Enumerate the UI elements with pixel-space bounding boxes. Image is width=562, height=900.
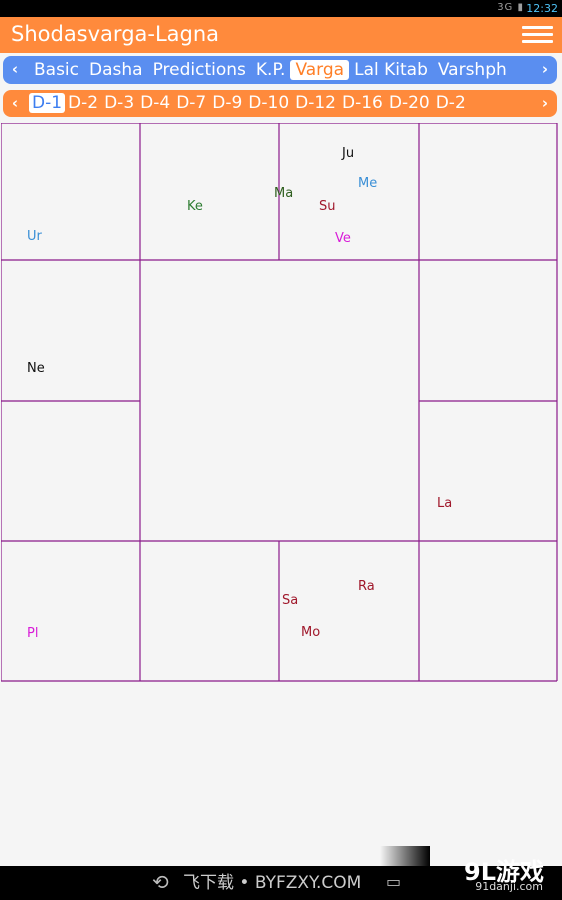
- tab-varga[interactable]: Varga: [290, 60, 350, 80]
- menu-icon[interactable]: [522, 26, 553, 44]
- planet-ve: Ve: [335, 231, 351, 246]
- watermark-text: 飞下载 • BYFZXY.COM: [183, 873, 362, 893]
- varga-tab-d-12[interactable]: D-12: [292, 90, 339, 117]
- signal-battery-icon: 3G ▮: [497, 2, 524, 13]
- status-bar: 3G ▮ 12:32: [0, 0, 562, 17]
- planet-su: Su: [319, 199, 336, 214]
- varga-tab-d-20[interactable]: D-20: [386, 90, 433, 117]
- planet-la: La: [437, 496, 453, 511]
- varga-tab-d-2[interactable]: D-2: [433, 90, 469, 117]
- varga-tab-d-9[interactable]: D-9: [209, 90, 245, 117]
- main-tab-track[interactable]: Basic Dasha Predictions K.P. Varga Lal Kitab V…: [29, 56, 531, 84]
- tab-k-p-[interactable]: K.P.: [251, 56, 291, 84]
- chevron-right-icon[interactable]: ›: [533, 56, 557, 84]
- planet-ke: Ke: [187, 199, 203, 214]
- tab-basic[interactable]: Basic: [29, 56, 84, 84]
- varga-tab-track[interactable]: D-1 D-2 D-3 D-4 D-7 D-9 D-10 D-12 D-16 D-20 D-2: [29, 90, 531, 117]
- planet-ra: Ra: [358, 579, 375, 594]
- varga-tab-d-3[interactable]: D-3: [101, 90, 137, 117]
- planet-me: Me: [358, 176, 378, 191]
- app-bar: Shodasvarga-Lagna: [0, 17, 562, 53]
- planet-pl: Pl: [27, 626, 39, 641]
- signal-label: 3G: [497, 2, 514, 13]
- chevron-left-icon[interactable]: ‹: [3, 90, 27, 117]
- planet-ur: Ur: [27, 229, 42, 244]
- varga-tab-d-2[interactable]: D-2: [65, 90, 101, 117]
- watermark-site: 91danji.com: [475, 880, 543, 893]
- chevron-left-icon[interactable]: ‹: [3, 56, 27, 84]
- varga-tab-strip: ‹ D-1 D-2 D-3 D-4 D-7 D-9 D-10 D-12 D-16 D-20 D-2 …: [3, 90, 557, 117]
- chevron-right-icon[interactable]: ›: [533, 90, 557, 117]
- planet-mo: Mo: [301, 625, 321, 640]
- planet-ma: Ma: [274, 186, 294, 201]
- system-nav-bar: ⟲ 飞下载 • BYFZXY.COM ▭ 9L游戏 91danji.com: [0, 846, 562, 900]
- tab-lal-kitab[interactable]: Lal Kitab: [349, 56, 433, 84]
- planet-ju: Ju: [342, 146, 355, 161]
- varga-chart: Ur Ke Ma Ju Me Su Ve Ne La Pl Sa Ra Mo: [1, 123, 558, 682]
- tab-predictions[interactable]: Predictions: [148, 56, 251, 84]
- chart-grid: [1, 123, 558, 682]
- varga-tab-d-16[interactable]: D-16: [339, 90, 386, 117]
- clock: 12:32: [526, 2, 558, 15]
- planet-sa: Sa: [282, 593, 299, 608]
- planet-ne: Ne: [27, 361, 45, 376]
- back-icon[interactable]: ⟲: [152, 870, 169, 894]
- main-tab-strip: ‹ Basic Dasha Predictions K.P. Varga Lal Kita…: [3, 56, 557, 84]
- varga-tab-d-7[interactable]: D-7: [173, 90, 209, 117]
- recents-icon[interactable]: ▭: [386, 872, 401, 891]
- varga-tab-d-4[interactable]: D-4: [137, 90, 173, 117]
- tab-dasha[interactable]: Dasha: [84, 56, 148, 84]
- tab-varshph[interactable]: Varshph: [433, 56, 512, 84]
- varga-tab-d-1[interactable]: D-1: [29, 93, 66, 113]
- varga-tab-d-10[interactable]: D-10: [245, 90, 292, 117]
- page-title: Shodasvarga-Lagna: [11, 22, 220, 46]
